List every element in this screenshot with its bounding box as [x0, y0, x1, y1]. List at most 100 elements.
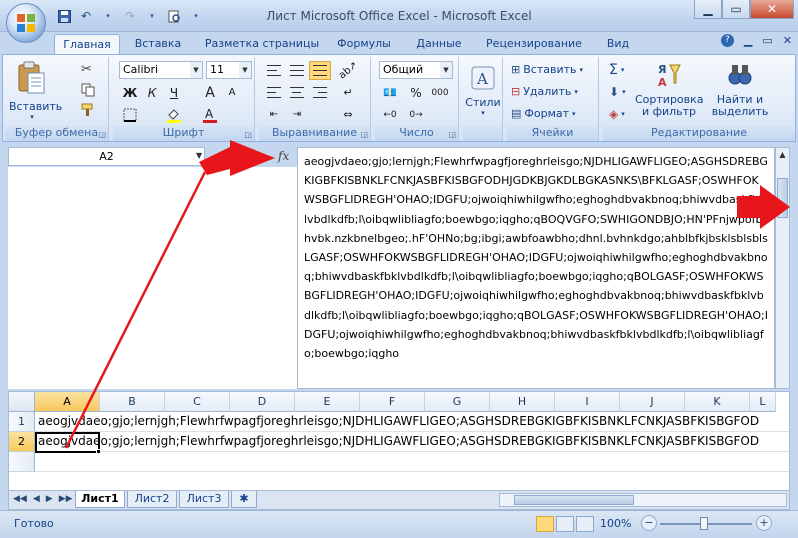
- increase-decimal-button[interactable]: ←0: [379, 105, 401, 124]
- font-size-combo[interactable]: 11 ▼: [206, 61, 252, 79]
- column-header[interactable]: K: [685, 392, 750, 412]
- font-name-combo[interactable]: Calibri ▼: [119, 61, 203, 79]
- formula-scrollbar[interactable]: ▲: [775, 147, 790, 389]
- font-launcher-icon[interactable]: ◲: [244, 130, 252, 139]
- format-cells-button[interactable]: ▤ Формат ▾: [511, 105, 576, 122]
- insert-cells-button[interactable]: ⊞ Вставить ▾: [511, 61, 583, 78]
- column-header[interactable]: J: [620, 392, 685, 412]
- decrease-indent-button[interactable]: ⇤: [263, 105, 285, 124]
- align-right-button[interactable]: [309, 83, 331, 102]
- underline-button[interactable]: Ч: [163, 83, 185, 102]
- cell-a1[interactable]: aeogjvdaeo;gjo;lernjgh;Flewhrfwpagfjoreg…: [35, 412, 789, 432]
- workbook-close-icon[interactable]: ✕: [783, 34, 792, 47]
- font-name-dropdown-icon[interactable]: ▼: [190, 62, 202, 78]
- zoom-level[interactable]: 100%: [600, 517, 631, 530]
- maximize-button[interactable]: ▭: [722, 0, 750, 19]
- last-sheet-icon[interactable]: ▶▶: [59, 494, 73, 504]
- sheet-tab-3[interactable]: Лист3: [179, 491, 229, 508]
- orientation-button[interactable]: ab↗: [336, 60, 359, 82]
- fill-handle[interactable]: [96, 449, 101, 454]
- delete-dropdown-icon[interactable]: ▾: [574, 88, 578, 96]
- page-break-view-button[interactable]: [576, 516, 594, 532]
- next-sheet-icon[interactable]: ▶: [46, 494, 53, 504]
- align-center-button[interactable]: [286, 83, 308, 102]
- sheet-tab-2[interactable]: Лист2: [127, 491, 177, 508]
- column-header[interactable]: C: [165, 392, 230, 412]
- name-box[interactable]: A2: [8, 147, 205, 166]
- fill-color-button[interactable]: [163, 105, 185, 124]
- decrease-decimal-button[interactable]: 0→: [405, 105, 427, 124]
- fill-dropdown-icon[interactable]: ▾: [622, 88, 626, 96]
- align-bottom-button[interactable]: [309, 61, 331, 80]
- tab-data[interactable]: Данные: [408, 34, 470, 54]
- clear-dropdown-icon[interactable]: ▾: [621, 110, 625, 118]
- copy-button[interactable]: [81, 81, 95, 98]
- horizontal-scrollbar[interactable]: [499, 493, 787, 507]
- select-all-corner[interactable]: [9, 392, 35, 412]
- wrap-text-button[interactable]: ↵: [337, 83, 359, 102]
- format-painter-button[interactable]: [81, 101, 95, 118]
- alignment-launcher-icon[interactable]: ◲: [360, 130, 368, 139]
- clipboard-launcher-icon[interactable]: ◲: [98, 130, 106, 139]
- fill-button[interactable]: ⬇ ▾: [609, 83, 626, 100]
- insert-sheet-tab[interactable]: ✱: [231, 491, 257, 508]
- tab-home[interactable]: Главная: [54, 34, 120, 54]
- sheet-tab-1[interactable]: Лист1: [75, 491, 125, 508]
- merge-cells-button[interactable]: ⇔: [337, 105, 359, 124]
- help-icon[interactable]: ?: [720, 34, 734, 47]
- page-layout-view-button[interactable]: [556, 516, 574, 532]
- paste-button[interactable]: Вставить ▾: [9, 61, 62, 121]
- font-size-dropdown-icon[interactable]: ▼: [239, 62, 251, 78]
- column-header[interactable]: F: [360, 392, 425, 412]
- column-header[interactable]: B: [100, 392, 165, 412]
- column-header[interactable]: E: [295, 392, 360, 412]
- name-box-dropdown-icon[interactable]: ▼: [196, 151, 202, 160]
- clear-button[interactable]: ◈ ▾: [609, 105, 625, 122]
- styles-button[interactable]: A Стили ▾: [463, 65, 503, 117]
- tab-page-layout[interactable]: Разметка страницы: [198, 34, 326, 54]
- number-launcher-icon[interactable]: ◲: [448, 130, 456, 139]
- bold-button[interactable]: Ж: [119, 83, 141, 102]
- horizontal-scroll-thumb[interactable]: [514, 495, 634, 505]
- thousands-button[interactable]: 000: [429, 83, 451, 102]
- scroll-up-icon[interactable]: ▲: [776, 148, 789, 162]
- column-header[interactable]: L: [750, 392, 776, 412]
- tab-review[interactable]: Рецензирование: [482, 34, 586, 54]
- align-top-button[interactable]: [263, 61, 285, 80]
- font-color-button[interactable]: A: [199, 105, 221, 124]
- row-header[interactable]: 1: [9, 412, 35, 432]
- align-left-button[interactable]: [263, 83, 285, 102]
- row-header[interactable]: [9, 452, 35, 472]
- zoom-out-button[interactable]: −: [641, 515, 657, 531]
- prev-sheet-icon[interactable]: ◀: [33, 494, 40, 504]
- office-button[interactable]: [6, 3, 46, 43]
- column-header[interactable]: I: [555, 392, 620, 412]
- number-format-combo[interactable]: Общий ▼: [379, 61, 453, 79]
- sort-filter-button[interactable]: Я А Сортировка и фильтр: [635, 61, 704, 118]
- grow-font-button[interactable]: A: [199, 83, 221, 102]
- italic-button[interactable]: К: [141, 83, 163, 102]
- formula-input[interactable]: aeogjvdaeo;gjo;lernjgh;Flewhrfwpagfjoreg…: [297, 147, 775, 389]
- autosum-button[interactable]: Σ ▾: [609, 61, 624, 78]
- borders-button[interactable]: [119, 105, 141, 124]
- cell-a3[interactable]: [35, 452, 789, 472]
- percent-button[interactable]: %: [405, 83, 427, 102]
- column-header[interactable]: A: [35, 392, 100, 412]
- zoom-in-button[interactable]: +: [756, 515, 772, 531]
- column-header[interactable]: G: [425, 392, 490, 412]
- align-middle-button[interactable]: [286, 61, 308, 80]
- paste-dropdown-icon[interactable]: ▾: [9, 113, 55, 121]
- formula-scroll-thumb[interactable]: [777, 178, 788, 218]
- minimize-button[interactable]: ▁: [694, 0, 722, 19]
- first-sheet-icon[interactable]: ◀◀: [13, 494, 27, 504]
- tab-formulas[interactable]: Формулы: [332, 34, 396, 54]
- tab-view[interactable]: Вид: [598, 34, 638, 54]
- column-header[interactable]: H: [490, 392, 555, 412]
- format-dropdown-icon[interactable]: ▾: [572, 110, 576, 118]
- tab-insert[interactable]: Вставка: [126, 34, 190, 54]
- insert-function-icon[interactable]: fx: [278, 149, 289, 163]
- shrink-font-button[interactable]: A: [221, 83, 243, 102]
- zoom-slider-thumb[interactable]: [700, 517, 708, 530]
- column-header[interactable]: D: [230, 392, 295, 412]
- cell-a2[interactable]: aeogjvdaeo;gjo;lernjgh;Flewhrfwpagfjoreg…: [35, 432, 789, 452]
